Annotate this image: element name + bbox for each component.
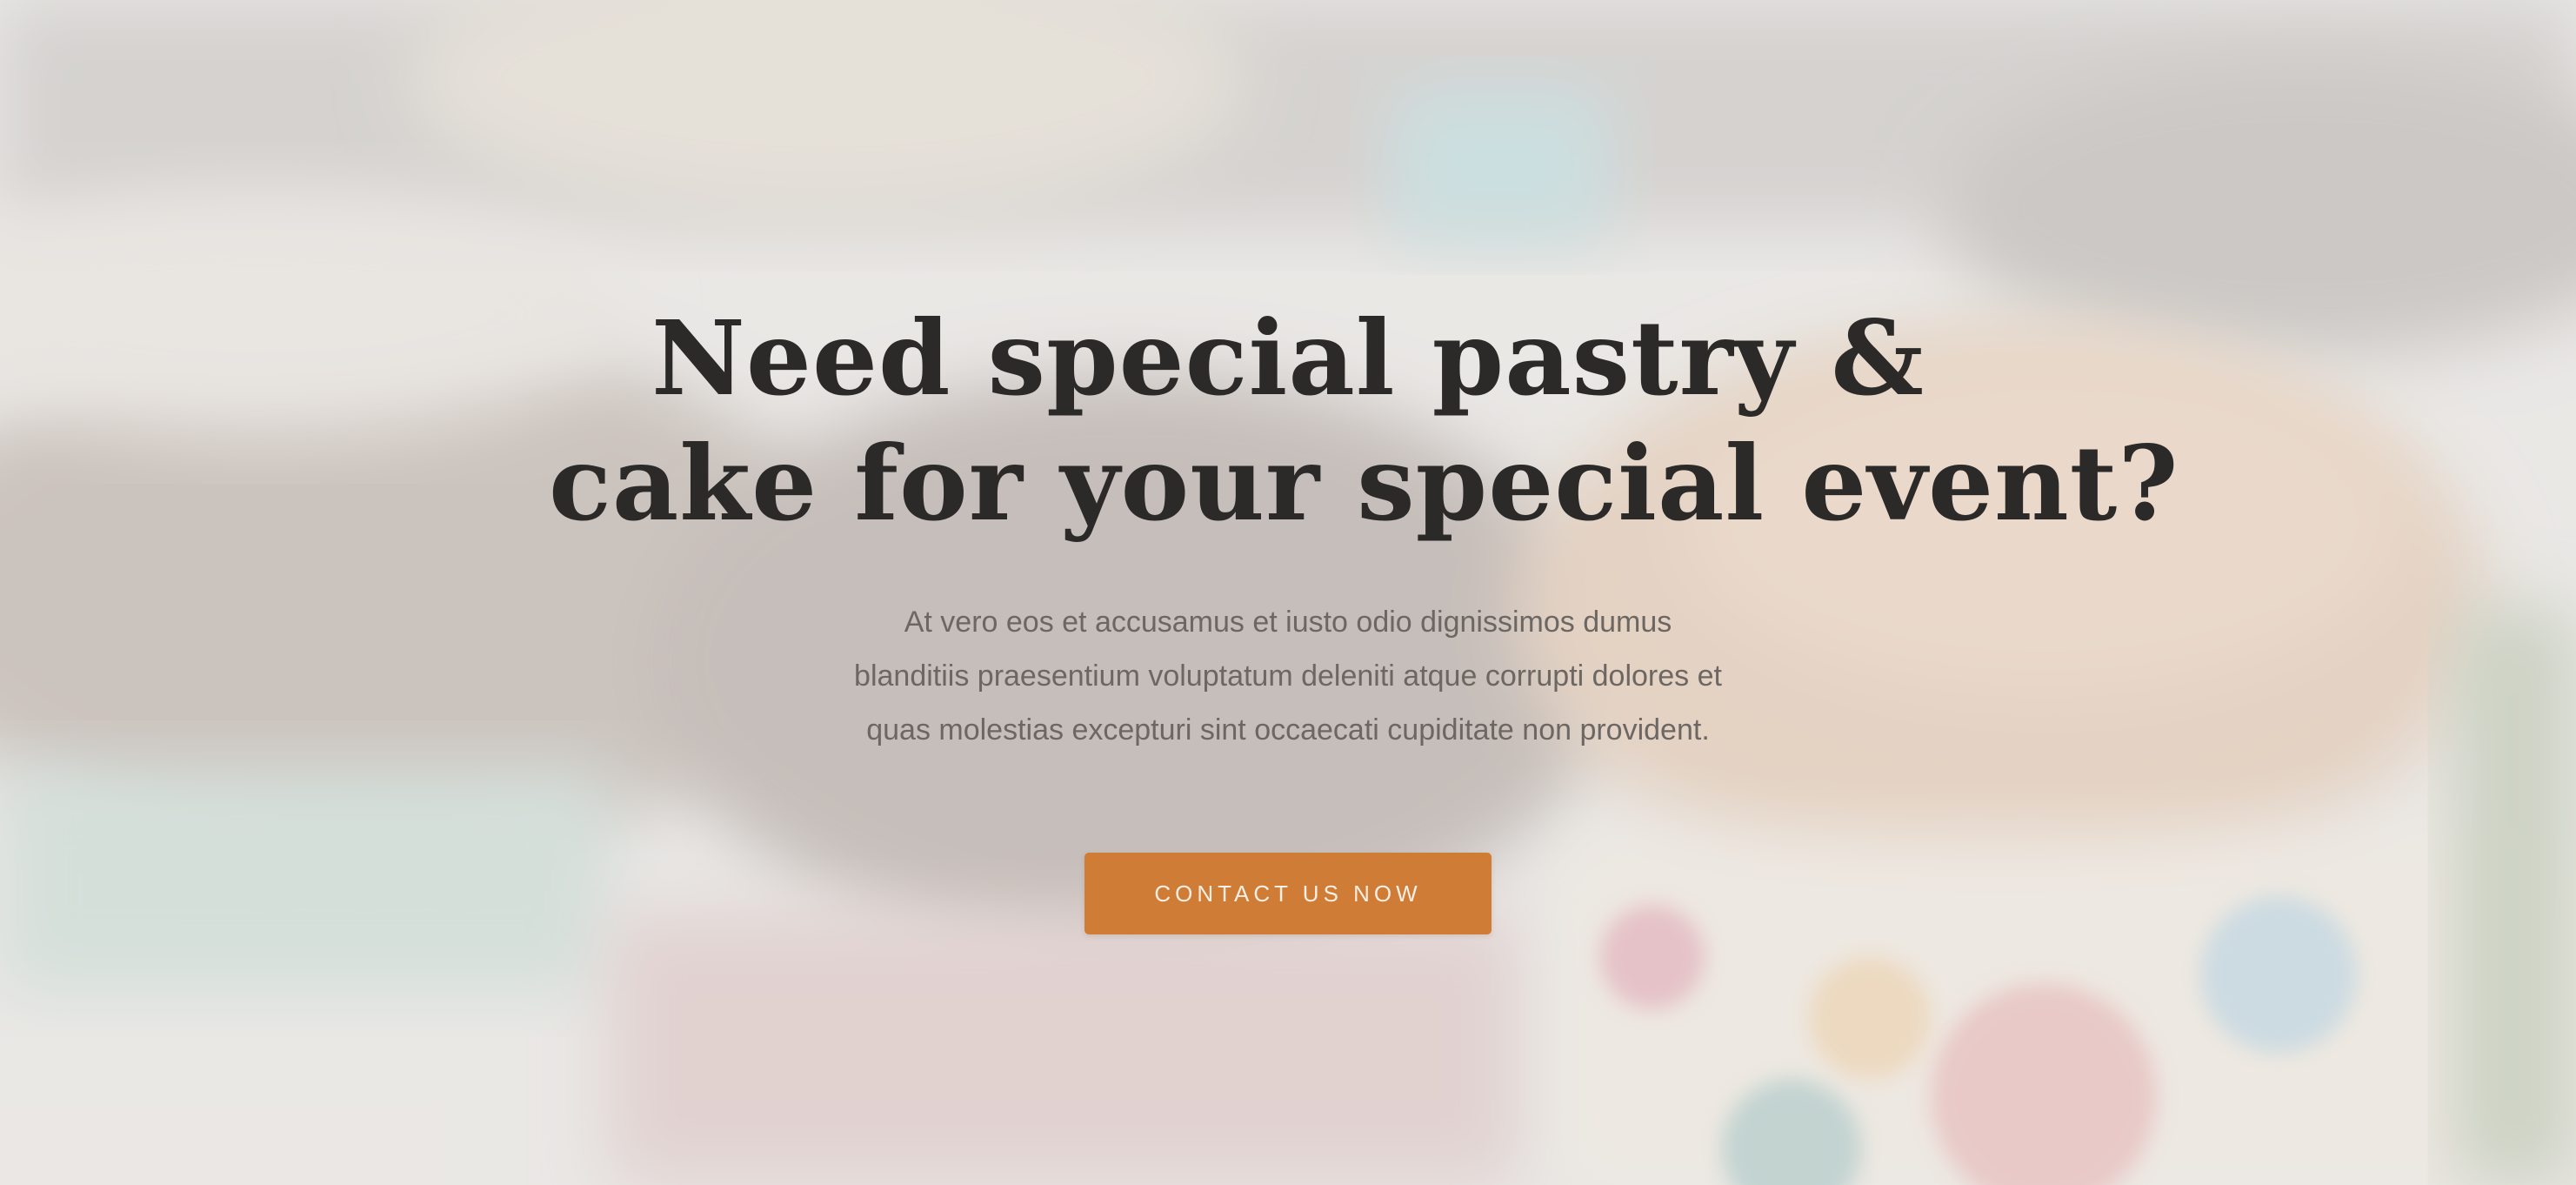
hero-title-line-1: Need special pastry & [651, 298, 1925, 418]
contact-us-now-button[interactable]: CONTACT US NOW [1084, 853, 1492, 934]
hero-description-line-2: blanditiis praesentium voluptatum deleni… [854, 659, 1722, 693]
hero-title-line-2: cake for your special event? [549, 423, 2179, 544]
hero-description-line-3: quas molestias excepturi sint occaecati … [866, 713, 1710, 746]
hero-description-line-1: At vero eos et accusamus et iusto odio d… [904, 606, 1672, 639]
hero-content: Need special pastry & cake for your spec… [0, 296, 2576, 934]
hero-title: Need special pastry & cake for your spec… [549, 296, 2179, 546]
hero-description: At vero eos et accusamus et iusto odio d… [766, 595, 1810, 757]
